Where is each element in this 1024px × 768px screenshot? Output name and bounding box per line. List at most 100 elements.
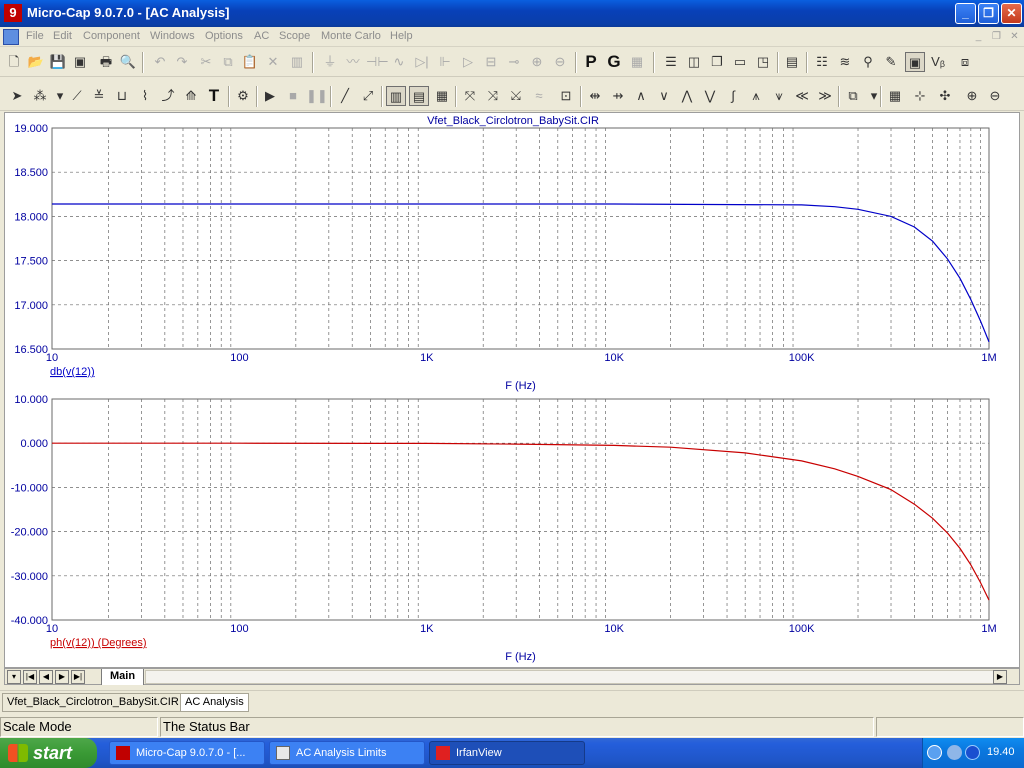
stop-icon[interactable]: ■	[283, 86, 303, 106]
save-icon[interactable]: 💾	[48, 52, 68, 72]
cursor-valley-icon[interactable]: ⤨	[483, 86, 503, 106]
cascade-icon[interactable]: ❐	[707, 52, 727, 72]
scale-icon[interactable]: ⟋	[67, 86, 87, 106]
last-sheet-button[interactable]: ▶|	[71, 670, 85, 684]
plot-canvas[interactable]: 19.00018.50018.00017.50017.00016.50010 10…	[5, 113, 1019, 667]
valley-marker-icon[interactable]: ∨	[654, 86, 674, 106]
start-button[interactable]: start	[0, 738, 97, 768]
menu-windows[interactable]: Windows	[150, 30, 195, 42]
task-microcap[interactable]: Micro-Cap 9.0.7.0 - [...	[109, 741, 265, 765]
first-sheet-button[interactable]: |◀	[23, 670, 37, 684]
title-bar[interactable]: 9 Micro-Cap 9.0.7.0 - [AC Analysis] _ ❐ …	[0, 0, 1024, 27]
global-low-icon[interactable]: ⩛	[769, 86, 789, 106]
global-valley-icon[interactable]: ≫	[815, 86, 835, 106]
waveform-scale-icon[interactable]: ≚	[89, 86, 109, 106]
diagonal-tool-icon[interactable]: ⤢	[358, 86, 378, 106]
minor-grid-icon[interactable]: ▤	[409, 86, 429, 106]
pencil-icon[interactable]: ✎	[881, 52, 901, 72]
plot-area[interactable]: Vfet_Black_Circlotron_BabySit.CIR 19.000…	[4, 112, 1020, 668]
tag-vertical-icon[interactable]: ✣	[935, 86, 955, 106]
print-icon[interactable]: 🖶	[96, 52, 116, 72]
undo-icon[interactable]: ↶	[150, 52, 170, 72]
mdi-restore-button[interactable]: ❐	[990, 31, 1003, 43]
maximize-button[interactable]: ❐	[978, 3, 999, 24]
inflection-icon[interactable]: ∫	[723, 86, 743, 106]
copy-icon[interactable]: ⧉	[218, 52, 238, 72]
sheet-tab-main[interactable]: Main	[101, 669, 145, 685]
prev-sheet-button[interactable]: ◀	[39, 670, 53, 684]
g-key-button[interactable]: G	[604, 52, 624, 72]
microcap-icon[interactable]: 9	[4, 4, 22, 22]
pointer-window-icon[interactable]: ⧈	[955, 52, 975, 72]
tile-horizontal-icon[interactable]: ☰	[661, 52, 681, 72]
transistor-icon[interactable]: ⊩	[435, 52, 455, 72]
network-icon[interactable]	[947, 745, 962, 760]
task-irfanview[interactable]: IrfanView	[429, 741, 585, 765]
chart-window-icon[interactable]: ⊡	[556, 86, 576, 106]
menu-edit[interactable]: Edit	[53, 30, 72, 42]
menu-monte-carlo[interactable]: Monte Carlo	[321, 30, 381, 42]
analysis-list-icon[interactable]: ☷	[812, 52, 832, 72]
delete-icon[interactable]: ✕	[263, 52, 283, 72]
horizontal-scrollbar[interactable]: ▶	[145, 670, 1007, 684]
cursor-high-icon[interactable]: ⤩	[506, 86, 526, 106]
window-icon[interactable]: ▭	[730, 52, 750, 72]
component-select-icon[interactable]: ⁂	[30, 86, 50, 106]
menu-scope[interactable]: Scope	[279, 30, 310, 42]
next-sheet-button[interactable]: ▶	[55, 670, 69, 684]
cursor-wave-icon[interactable]: ≈	[529, 86, 549, 106]
mdi-close-button[interactable]: ✕	[1008, 31, 1021, 43]
global-high-icon[interactable]: ⩚	[746, 86, 766, 106]
plot-view-icon[interactable]: ▣	[905, 52, 925, 72]
tag-horizontal-icon[interactable]: ⊹	[910, 86, 930, 106]
fc-marker-icon[interactable]: ⤴	[158, 86, 178, 106]
run-icon[interactable]: ▶	[260, 86, 280, 106]
menu-options[interactable]: Options	[205, 30, 243, 42]
peak-marker-icon[interactable]: ∧	[631, 86, 651, 106]
opamp-icon[interactable]: ▷	[458, 52, 478, 72]
zoom-out-icon[interactable]: ⊖	[985, 86, 1005, 106]
menu-file[interactable]: File	[26, 30, 44, 42]
print-preview-icon[interactable]: 🔍	[118, 52, 138, 72]
capacitor-icon[interactable]: ⊣⊢	[366, 52, 389, 72]
paste-icon[interactable]: 📋	[240, 52, 260, 72]
waveform-icon[interactable]: ≋	[835, 52, 855, 72]
line-tool-icon[interactable]: ╱	[335, 86, 355, 106]
menu-component[interactable]: Component	[83, 30, 140, 42]
vb-icon[interactable]: Vᵦ	[928, 52, 948, 72]
current-source-icon[interactable]: ⊖	[550, 52, 570, 72]
high-marker-icon[interactable]: ⋀	[677, 86, 697, 106]
menu-ac[interactable]: AC	[254, 30, 269, 42]
switch-icon[interactable]: ⊸	[504, 52, 524, 72]
tab-circuit[interactable]: Vfet_Black_Circlotron_BabySit.CIR	[2, 693, 184, 712]
tray-arrow-icon[interactable]	[927, 745, 942, 760]
sheet-menu-button[interactable]: ▾	[7, 670, 21, 684]
scroll-right-icon[interactable]: ▶	[993, 670, 1007, 684]
auto-scale-icon[interactable]: ⌇	[135, 86, 155, 106]
calculator-icon[interactable]: ▤	[782, 52, 802, 72]
global-peak-icon[interactable]: ≪	[792, 86, 812, 106]
save-all-icon[interactable]: ▣	[70, 52, 90, 72]
fine-grid-icon[interactable]: ▦	[432, 86, 452, 106]
menu-help[interactable]: Help	[390, 30, 413, 42]
zoom-in-icon[interactable]: ⊕	[962, 86, 982, 106]
select-arrow-icon[interactable]: ➤	[7, 86, 27, 106]
split-window-icon[interactable]: ◳	[753, 52, 773, 72]
resistor-icon[interactable]: 〰	[343, 52, 363, 72]
bluetooth-icon[interactable]	[965, 745, 980, 760]
cursor-right-icon[interactable]: ⇸	[608, 86, 628, 106]
cursor-peak-icon[interactable]: ⤧	[460, 86, 480, 106]
properties-icon[interactable]: ⚙	[233, 86, 253, 106]
low-marker-icon[interactable]: ⋁	[700, 86, 720, 106]
select-all-icon[interactable]: ▥	[287, 52, 307, 72]
close-button[interactable]: ✕	[1001, 3, 1022, 24]
minimize-button[interactable]: _	[955, 3, 976, 24]
ground-icon[interactable]: ⏚	[320, 52, 340, 72]
diode-icon[interactable]: ▷|	[412, 52, 432, 72]
peak-icon[interactable]: ⟰	[181, 86, 201, 106]
cut-icon[interactable]: ✂	[196, 52, 216, 72]
task-ac-analysis-limits[interactable]: AC Analysis Limits	[269, 741, 425, 765]
tab-ac-analysis[interactable]: AC Analysis	[180, 693, 249, 712]
cursor-left-icon[interactable]: ⇹	[585, 86, 605, 106]
source-icon[interactable]: ⊕	[527, 52, 547, 72]
